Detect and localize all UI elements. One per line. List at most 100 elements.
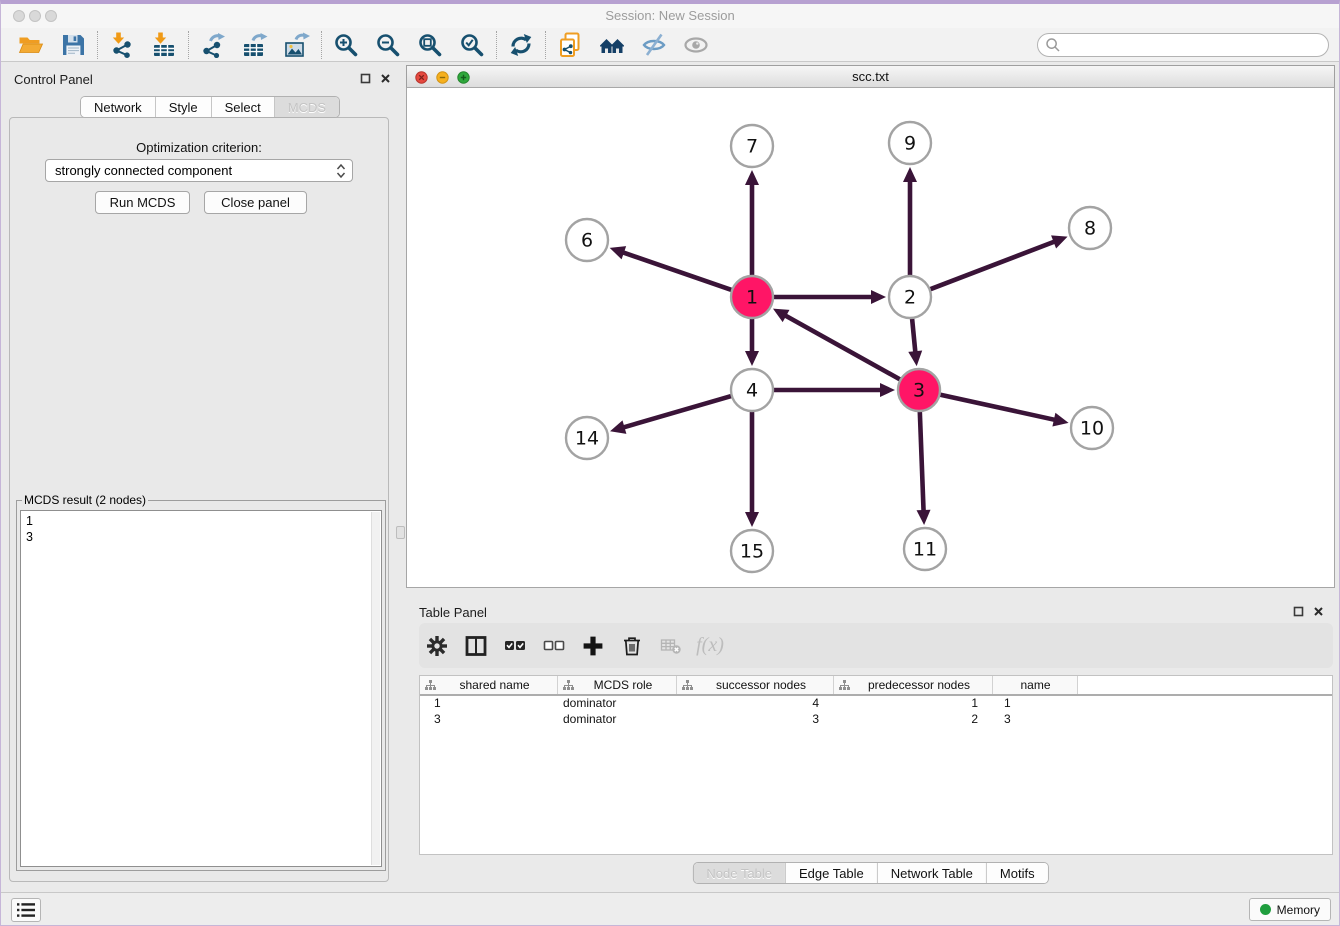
mcds-result-group: MCDS result (2 nodes) 1 3	[16, 493, 386, 871]
table-cell[interactable]: 3	[993, 712, 1078, 728]
column-header-shared-name[interactable]: shared name	[420, 676, 558, 694]
graph-node-9[interactable]: 9	[889, 122, 931, 164]
graph-edge-1-6[interactable]	[610, 246, 734, 291]
tab-mcds[interactable]: MCDS	[274, 97, 339, 117]
table-row[interactable]: 1dominator411	[420, 696, 1332, 712]
graph-node-3[interactable]: 3	[898, 369, 940, 411]
table-panel-tabs: Node TableEdge TableNetwork TableMotifs	[692, 862, 1048, 884]
tab-network-table[interactable]: Network Table	[877, 863, 986, 883]
table-row[interactable]: 3dominator323	[420, 712, 1332, 728]
zoom-out-icon[interactable]	[374, 31, 402, 59]
graph-node-11[interactable]: 11	[904, 528, 946, 570]
memory-status-icon	[1260, 904, 1271, 915]
status-bar: Memory	[1, 892, 1339, 926]
table-cell[interactable]: 2	[834, 712, 993, 728]
duplicate-network-icon[interactable]	[556, 31, 584, 59]
table-cell[interactable]: 3	[677, 712, 834, 728]
columns-icon[interactable]	[464, 634, 488, 658]
export-image-icon[interactable]	[283, 31, 311, 59]
network-view-window: scc.txt 7 9 6 8 1 2 4 3 14 10 15 11	[406, 65, 1335, 588]
graph-edge-4-15[interactable]	[745, 409, 759, 527]
graph-edge-3-10[interactable]	[938, 394, 1069, 426]
close-table-panel-icon[interactable]	[1313, 604, 1324, 622]
search-input[interactable]	[1061, 38, 1324, 52]
column-header-name[interactable]: name	[993, 676, 1078, 694]
open-session-icon[interactable]	[17, 31, 45, 59]
table-cell[interactable]: 1	[993, 696, 1078, 712]
graph-edge-2-9[interactable]	[903, 167, 917, 278]
column-header-MCDS-role[interactable]: MCDS role	[558, 676, 677, 694]
close-panel-icon[interactable]	[380, 71, 391, 89]
run-mcds-button[interactable]: Run MCDS	[95, 191, 190, 214]
graph-edge-3-11[interactable]	[917, 409, 931, 525]
graph-edge-4-3[interactable]	[771, 383, 895, 397]
graph-edge-3-1[interactable]	[773, 309, 902, 381]
table-cell[interactable]: 1	[420, 696, 558, 712]
graph-node-14[interactable]: 14	[566, 417, 608, 459]
graph-node-7[interactable]: 7	[731, 125, 773, 167]
task-history-button[interactable]	[11, 898, 41, 922]
column-header-predecessor-nodes[interactable]: predecessor nodes	[834, 676, 993, 694]
graph-node-2[interactable]: 2	[889, 276, 931, 318]
save-session-icon[interactable]	[59, 31, 87, 59]
optimization-criterion-label: Optimization criterion:	[9, 140, 389, 155]
graph-edge-2-8[interactable]	[928, 235, 1068, 290]
result-scrollbar[interactable]	[371, 512, 380, 865]
graph-node-15[interactable]: 15	[731, 530, 773, 572]
deselect-all-icon[interactable]	[542, 634, 566, 658]
tab-select[interactable]: Select	[211, 97, 274, 117]
float-table-panel-icon[interactable]	[1293, 604, 1304, 622]
graph-node-4[interactable]: 4	[731, 369, 773, 411]
tab-style[interactable]: Style	[155, 97, 211, 117]
mcds-result-box[interactable]: 1 3	[20, 510, 382, 867]
function-builder-disabled-icon: f(x)	[698, 634, 722, 658]
memory-label: Memory	[1277, 903, 1320, 917]
select-all-icon[interactable]	[503, 634, 527, 658]
graph-node-1[interactable]: 1	[731, 276, 773, 318]
table-cell[interactable]: 3	[420, 712, 558, 728]
search-icon	[1045, 37, 1061, 53]
zoom-selected-icon[interactable]	[458, 31, 486, 59]
tab-motifs[interactable]: Motifs	[986, 863, 1048, 883]
window-title: Session: New Session	[1, 8, 1339, 23]
search-field[interactable]	[1037, 33, 1329, 57]
vertical-splitter-grip[interactable]	[396, 526, 405, 539]
export-table-icon[interactable]	[241, 31, 269, 59]
hide-panels-icon[interactable]	[640, 31, 668, 59]
tab-node-table[interactable]: Node Table	[693, 863, 785, 883]
memory-button[interactable]: Memory	[1249, 898, 1331, 921]
table-cell[interactable]: 1	[834, 696, 993, 712]
tab-network[interactable]: Network	[81, 97, 155, 117]
export-network-icon[interactable]	[199, 31, 227, 59]
column-header-successor-nodes[interactable]: successor nodes	[677, 676, 834, 694]
refresh-network-icon[interactable]	[507, 31, 535, 59]
import-network-icon[interactable]	[108, 31, 136, 59]
zoom-fit-icon[interactable]	[416, 31, 444, 59]
table-cell[interactable]: dominator	[558, 696, 677, 712]
table-cell[interactable]: 4	[677, 696, 834, 712]
graph-edge-1-2[interactable]	[771, 290, 886, 304]
graph-node-6[interactable]: 6	[566, 219, 608, 261]
graph-edge-2-3[interactable]	[908, 316, 922, 366]
criterion-select[interactable]: strongly connected component	[45, 159, 353, 182]
add-row-icon[interactable]	[581, 634, 605, 658]
graph-edge-1-4[interactable]	[745, 316, 759, 366]
table-cell[interactable]: dominator	[558, 712, 677, 728]
mcds-result-title: MCDS result (2 nodes)	[22, 493, 148, 507]
network-window-titlebar[interactable]: scc.txt	[406, 65, 1335, 88]
float-panel-icon[interactable]	[360, 71, 371, 89]
graph-node-10[interactable]: 10	[1071, 407, 1113, 449]
graph-node-8[interactable]: 8	[1069, 207, 1111, 249]
tab-edge-table[interactable]: Edge Table	[785, 863, 877, 883]
network-window-title: scc.txt	[407, 69, 1334, 84]
close-panel-button[interactable]: Close panel	[204, 191, 307, 214]
network-canvas[interactable]: 7 9 6 8 1 2 4 3 14 10 15 11	[406, 88, 1335, 588]
import-table-icon[interactable]	[150, 31, 178, 59]
gear-icon[interactable]	[425, 634, 449, 658]
list-icon	[16, 902, 36, 918]
graph-edge-4-14[interactable]	[610, 395, 734, 434]
delete-row-icon[interactable]	[620, 634, 644, 658]
graph-edge-1-7[interactable]	[745, 170, 759, 278]
zoom-in-icon[interactable]	[332, 31, 360, 59]
home-icon[interactable]	[598, 31, 626, 59]
